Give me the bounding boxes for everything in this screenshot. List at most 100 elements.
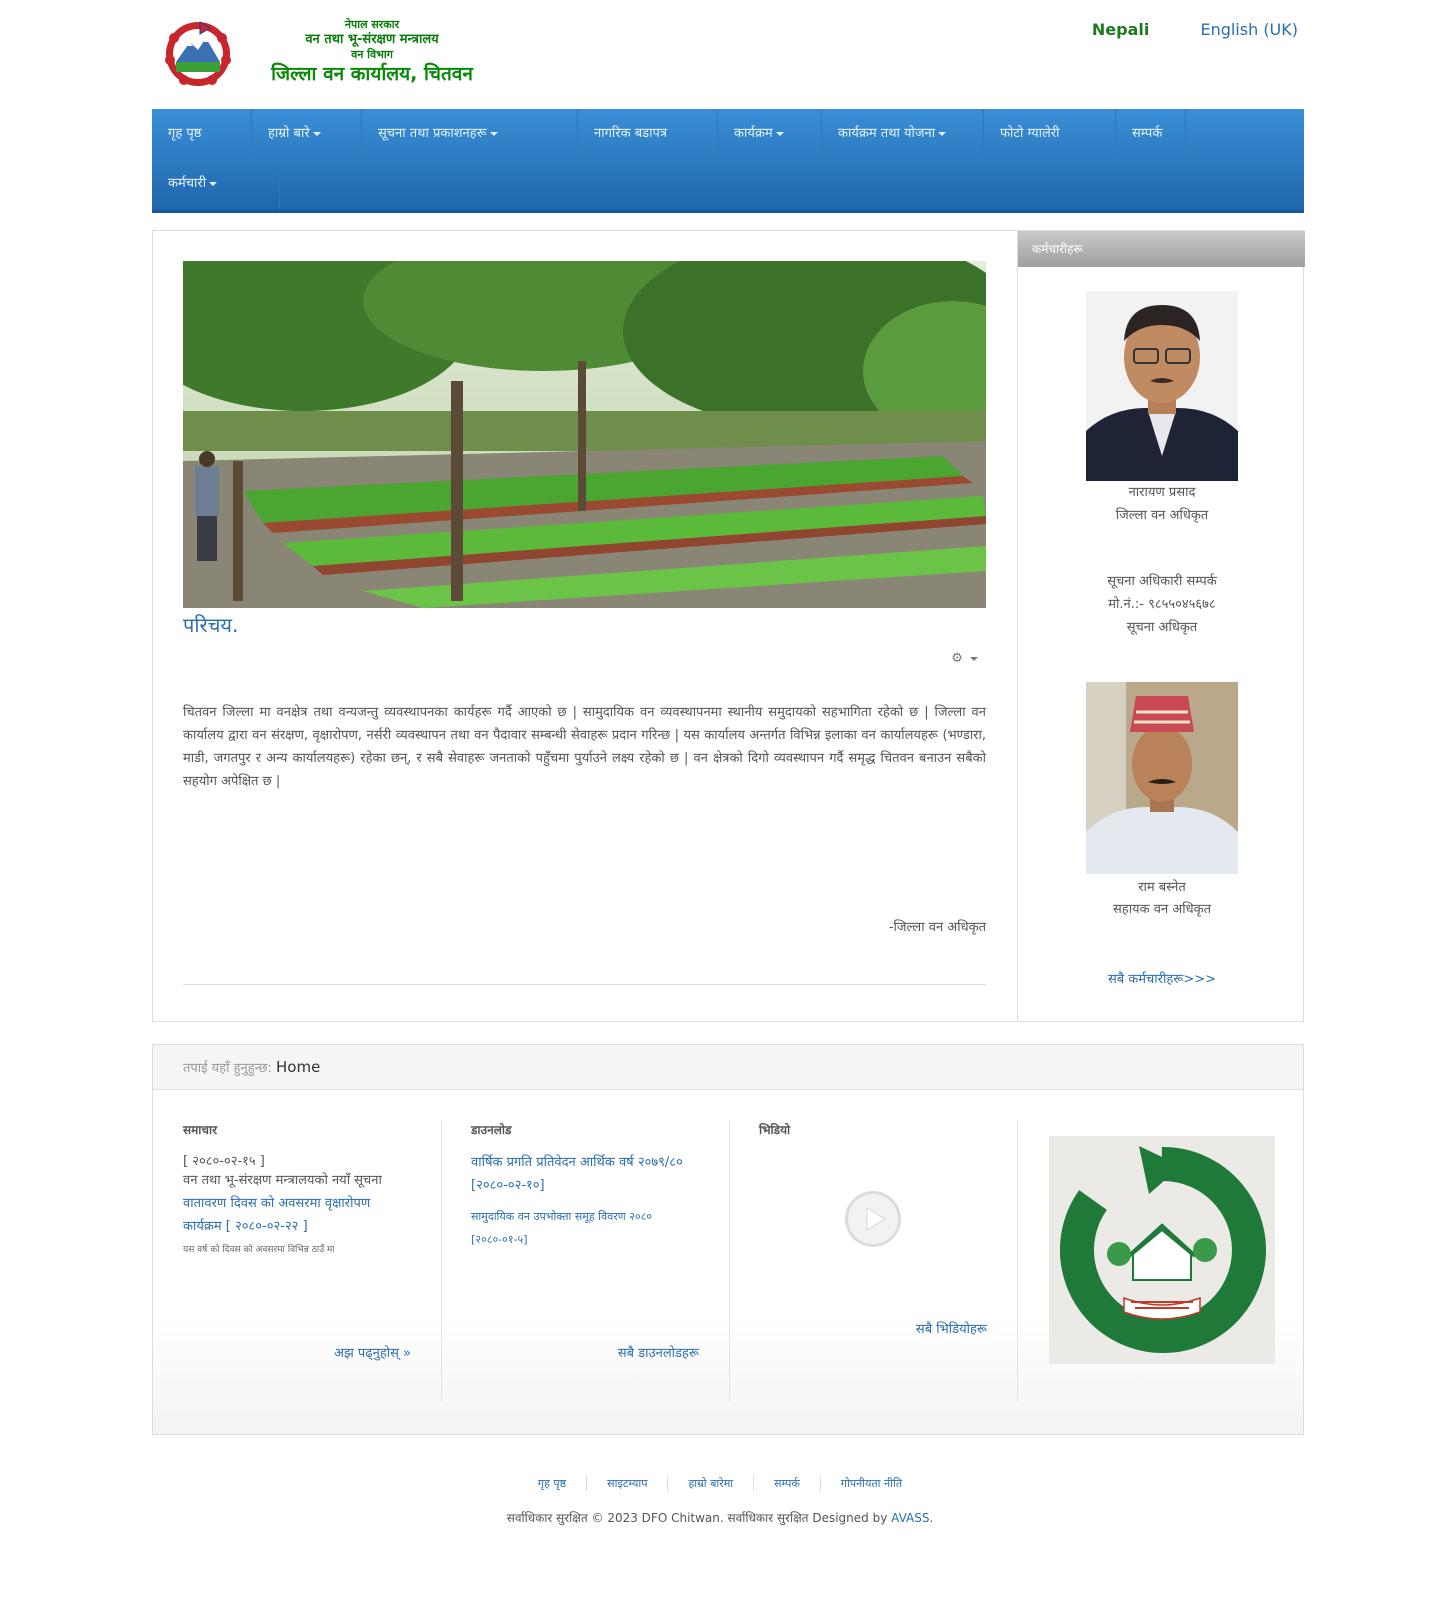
news-title: समाचार [183,1123,218,1137]
site-header: नेपाल सरकार वन तथा भू-संरक्षण मन्त्रालय … [152,0,1304,110]
nav-item-4[interactable]: नागरिक बडापत्र [578,109,718,159]
chevron-down-icon [938,131,947,136]
footer-link-4[interactable]: सम्पर्क [754,1476,821,1491]
chevron-down-icon [489,131,498,136]
video-title: भिडियो [759,1123,791,1137]
info-officer-phone: मो.नं.:- ९८५५०४५६७८ [1108,597,1216,612]
nav-item-label: नागरिक बडापत्र [594,126,668,141]
nav-item-7[interactable]: फोटो ग्यालेरी [984,109,1116,159]
main-nav: गृह पृष्ठ हाम्रो बारे सूचना तथा प्रकाशनहरू… [152,109,1304,213]
info-officer-line1: सूचना अधिकारी सम्पर्क [1107,574,1217,589]
article-divider [183,984,986,985]
assistant-name: राम बस्नेत [1138,880,1186,895]
nav-item-1[interactable]: गृह पृष्ठ [152,109,252,159]
logo-line-office: जिल्ला वन कार्यालय, चितवन [271,63,473,85]
footer-link-5[interactable]: गोपनीयता नीति [821,1476,922,1491]
nav-item-2[interactable]: हाम्रो बारे [252,109,362,159]
breadcrumb-label: तपाई यहाँ हुनुहुन्छ: [183,1061,272,1076]
staff-sidebar: कर्मचारीहरू नारायण प्रसाद जिल्ला वन अधिक… [1017,231,1305,1021]
download-link-2-text[interactable]: सामुदायिक वन उपभोक्ता समूह विवरण २०८० [२… [471,1210,652,1246]
nav-item-label: हाम्रो बारे [268,126,310,141]
downloads-title: डाउनलोड [471,1123,512,1137]
footer-link-text[interactable]: गोपनीयता नीति [841,1477,902,1490]
main-content: परिचय. ⚙ चितवन जिल्ला मा वनक्षेत्र तथा व… [152,230,1305,1022]
nav-item-label: कर्मचारी [168,176,207,191]
chevron-down-icon [312,131,321,136]
copyright: सर्वाधिकार सुरक्षित © 2023 DFO Chitwan. … [0,1509,1440,1526]
play-icon [866,1207,886,1231]
footer-link-text[interactable]: गृह पृष्ठ [538,1477,566,1490]
nav-item-6[interactable]: कार्यक्रम तथा योजना [822,109,984,159]
footer-links: गृह पृष्ठ साइटम्याप हाम्रो बारेमा सम्पर्क गो… [0,1476,1440,1491]
chevron-down-icon [209,181,218,186]
designer-link[interactable]: AVASS [891,1511,929,1525]
intro-article: परिचय. ⚙ चितवन जिल्ला मा वनक्षेत्र तथा व… [183,261,986,985]
info-officer-role: सूचना अधिकृत [1126,620,1198,635]
article-title[interactable]: परिचय. [183,610,986,640]
footer-link-2[interactable]: साइटम्याप [587,1476,669,1491]
assistant-photo [1086,682,1238,874]
footer-link-text[interactable]: सम्पर्क [774,1477,800,1490]
video-play-button[interactable] [845,1191,901,1247]
news-item-2-link-text[interactable]: वातावरण दिवस को अवसरमा वृक्षारोपण कार्यक… [183,1196,370,1234]
logo-line-gov: नेपाल सरकार [344,18,400,31]
news-date-1: [ २०८०-०२-१५ ] [183,1154,265,1169]
article-signature: -जिल्ला वन अधिकृत [888,920,986,935]
nav-item-8[interactable]: सम्पर्क [1116,109,1186,159]
chevron-down-icon [775,131,784,136]
news-item-2-link[interactable]: वातावरण दिवस को अवसरमा वृक्षारोपण कार्यक… [183,1192,413,1238]
sidebar-heading: कर्मचारीहरू [1018,231,1305,267]
environment-logo[interactable] [1049,1136,1275,1364]
nav-item-label: फोटो ग्यालेरी [1000,126,1060,141]
news-read-more-link[interactable]: अझ पढ्नुहोस् » [334,1343,411,1361]
copyright-period: . [929,1511,934,1525]
nav-item-label: कार्यक्रम तथा योजना [838,126,936,141]
officer-name: नारायण प्रसाद [1128,485,1196,500]
nav-item-label: सम्पर्क [1132,126,1163,141]
footer-link-text[interactable]: हाम्रो बारेमा [688,1477,733,1490]
all-staff-link-text[interactable]: सबै कर्मचारीहरू>>> [1108,972,1216,987]
officer-photo [1086,291,1238,481]
article-options-gear-icon[interactable]: ⚙ [951,651,978,666]
all-videos-link-text[interactable]: सबै भिडियोहरू [916,1322,987,1337]
site-logo[interactable]: नेपाल सरकार वन तथा भू-संरक्षण मन्त्रालय … [160,18,490,88]
all-staff-link[interactable]: सबै कर्मचारीहरू>>> [1018,969,1306,987]
news-read-more-link-text[interactable]: अझ पढ्नुहोस् » [334,1346,411,1361]
copyright-text: सर्वाधिकार सुरक्षित © 2023 DFO Chitwan. … [506,1511,888,1525]
nav-item-9[interactable]: कर्मचारी [152,159,280,209]
logo-line-ministry: वन तथा भू-संरक्षण मन्त्रालय [305,32,439,47]
footer-link-3[interactable]: हाम्रो बारेमा [668,1476,755,1491]
download-link-2[interactable]: सामुदायिक वन उपभोक्ता समूह विवरण २०८० [२… [471,1205,671,1251]
nav-item-label: गृह पृष्ठ [168,126,202,141]
lang-english-link[interactable]: English (UK) [1200,20,1298,39]
logo-text: नेपाल सरकार वन तथा भू-संरक्षण मन्त्रालय … [252,18,492,86]
download-link-1[interactable]: वार्षिक प्रगति प्रतिवेदन आर्थिक वर्ष २०७… [471,1151,701,1197]
footer-link-text[interactable]: साइटम्याप [607,1477,647,1490]
all-downloads-link[interactable]: सबै डाउनलोडहरू [618,1343,699,1361]
hero-image-nursery [183,261,986,608]
recycle-house-logo [1059,1146,1266,1353]
nav-item-label: कार्यक्रम [734,126,773,141]
news-item-2-excerpt: यस वर्ष को दिवस को अवसरमा विभिन्न ठाउँ म… [183,1245,335,1255]
nav-item-5[interactable]: कार्यक्रम [718,109,822,159]
news-column: समाचार [ २०८०-०२-१५ ] वन तथा भू-संरक्षण … [183,1121,442,1401]
download-link-1-text[interactable]: वार्षिक प्रगति प्रतिवेदन आर्थिक वर्ष २०७… [471,1155,683,1193]
lower-panel: तपाई यहाँ हुनुहुन्छ: Home समाचार [ २०८०-… [152,1044,1304,1435]
footer-link-1[interactable]: गृह पृष्ठ [518,1476,588,1491]
video-column: भिडियो सबै भिडियोहरू [759,1121,1018,1401]
language-switcher: Nepali English (UK) [1046,20,1298,39]
logo-line-department: वन विभाग [351,48,393,61]
officer-role: जिल्ला वन अधिकृत [1115,508,1209,523]
breadcrumb: तपाई यहाँ हुनुहुन्छ: Home [153,1045,1303,1090]
lang-nepali-link[interactable]: Nepali [1092,20,1149,39]
all-videos-link[interactable]: सबै भिडियोहरू [916,1319,987,1337]
nursery-image [183,261,986,608]
nav-item-label: सूचना तथा प्रकाशनहरू [378,126,487,141]
article-body: चितवन जिल्ला मा वनक्षेत्र तथा वन्यजन्तु … [183,705,986,789]
news-item-1: वन तथा भू-संरक्षण मन्त्रालयको नयाँ सूचना [183,1173,382,1188]
breadcrumb-current: Home [276,1058,321,1076]
nepal-emblem-icon [165,21,231,86]
assistant-role: सहायक वन अधिकृत [1113,902,1211,917]
all-downloads-link-text[interactable]: सबै डाउनलोडहरू [618,1346,699,1361]
nav-item-3[interactable]: सूचना तथा प्रकाशनहरू [362,109,578,159]
